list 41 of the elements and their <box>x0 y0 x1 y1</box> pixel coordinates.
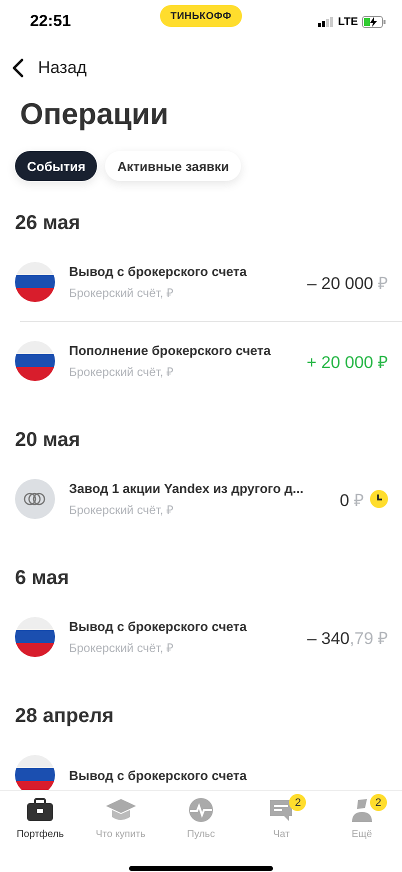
account-label: Брокерский счёт, ₽ <box>69 640 174 656</box>
filter-tab[interactable]: Активные заявки <box>105 151 242 181</box>
notification-badge: 2 <box>370 794 387 811</box>
battery-charging-icon <box>362 16 386 28</box>
russian-flag-icon <box>15 341 55 381</box>
person-icon <box>350 798 374 822</box>
notification-badge: 2 <box>289 794 306 811</box>
russian-flag-icon <box>15 262 55 302</box>
date-header: 26 мая <box>14 211 82 236</box>
back-chevron-icon <box>12 58 24 78</box>
signal-icon <box>318 17 334 27</box>
page-title: Операции <box>20 98 168 132</box>
operation-title: Завод 1 акции Yandex из другого д... <box>69 480 304 496</box>
date-header: 28 апреля <box>14 704 115 729</box>
tab-bar-item[interactable]: Портфель <box>0 797 80 849</box>
graduation-cap-icon <box>104 798 137 822</box>
brand-logo: ТИНЬКОФФ <box>160 5 242 27</box>
account-label: Брокерский счёт, ₽ <box>69 364 174 380</box>
account-label: Брокерский счёт, ₽ <box>69 502 174 518</box>
tab-bar-item[interactable]: Ещё 2 <box>322 797 402 849</box>
operation-amount: – 20 000 ₽ <box>307 272 388 294</box>
account-label: Брокерский счёт, ₽ <box>69 284 174 300</box>
operation-title: Вывод с брокерского счета <box>69 618 247 634</box>
operation-amount: 0 ₽ <box>340 490 364 510</box>
chat-bubble-icon <box>268 798 294 822</box>
briefcase-icon <box>26 798 54 822</box>
operation-title: Вывод с брокерского счета <box>69 264 247 278</box>
network-label: LTE <box>338 16 358 28</box>
pulse-icon <box>188 797 214 823</box>
coins-icon <box>15 479 55 519</box>
back-button[interactable]: Назад <box>12 58 87 78</box>
date-header: 6 мая <box>14 566 70 591</box>
operation-amount: – 340,79 ₽ <box>307 628 388 648</box>
tab-bar-item[interactable]: Чат 2 <box>241 797 322 849</box>
russian-flag-icon <box>15 617 55 657</box>
date-header: 20 мая <box>14 428 82 453</box>
operation-title: Пополнение брокерского счета <box>69 342 271 358</box>
clock-time: 22:51 <box>30 13 71 31</box>
operation-amount: + 20 000 ₽ <box>306 352 388 372</box>
operation-title: Вывод с брокерского счета <box>69 768 247 782</box>
filter-tab[interactable]: События <box>15 151 98 181</box>
